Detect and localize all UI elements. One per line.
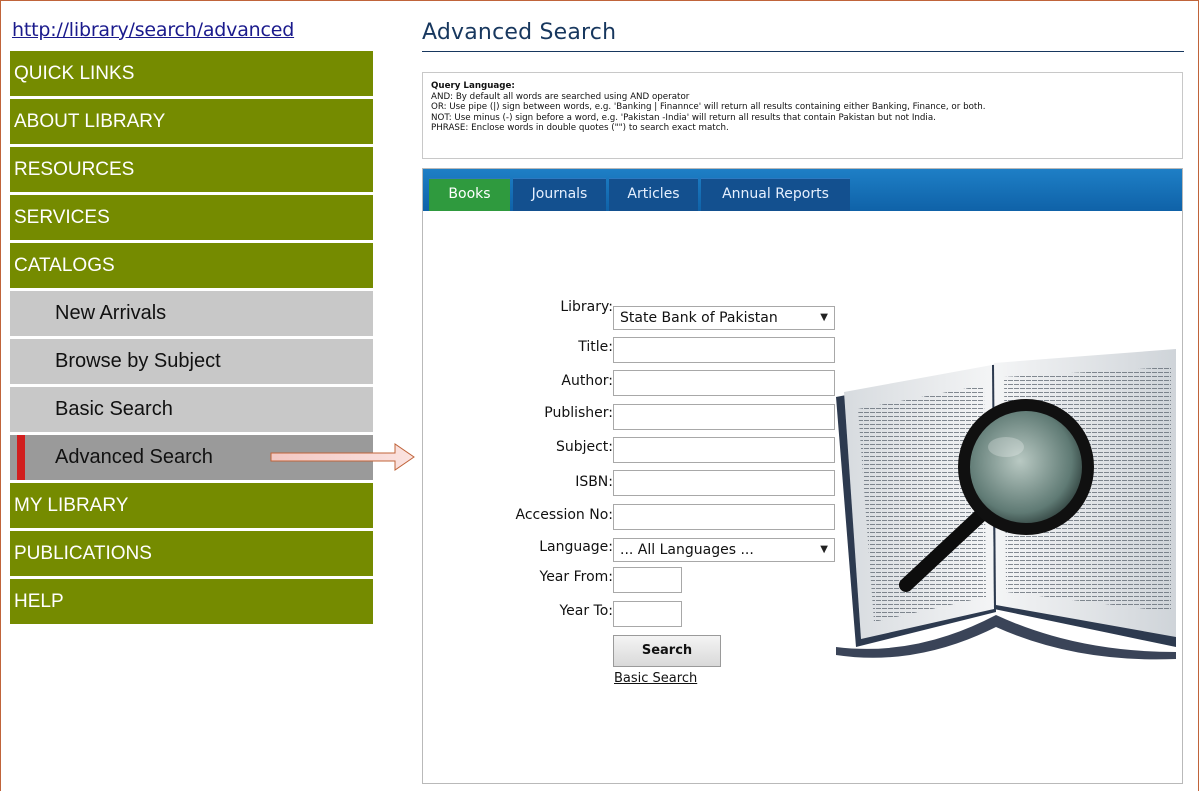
sidebar-subitem-basic-search[interactable]: Basic Search [10,387,373,432]
isbn-input[interactable] [613,470,835,496]
sidebar-nav: QUICK LINKS ABOUT LIBRARY RESOURCES SERV… [10,51,373,627]
library-select[interactable]: State Bank of Pakistan ▼ [613,306,835,330]
tab-journals[interactable]: Journals [513,178,606,211]
sidebar-item-about-library[interactable]: ABOUT LIBRARY [10,99,373,144]
search-button[interactable]: Search [613,635,721,667]
year-to-input[interactable] [613,601,682,627]
basic-search-link[interactable]: Basic Search [614,671,697,686]
tab-bar: Books Journals Articles Annual Reports [423,169,1182,211]
library-select-value: State Bank of Pakistan [620,310,778,326]
subject-input[interactable] [613,437,835,463]
sidebar-item-publications[interactable]: PUBLICATIONS [10,531,373,576]
subject-label: Subject: [555,439,613,455]
year-from-input[interactable] [613,567,682,593]
title-label: Title: [578,339,613,355]
sidebar-item-resources[interactable]: RESOURCES [10,147,373,192]
query-help-not: NOT: Use minus (-) sign before a word, e… [431,112,936,123]
isbn-label: ISBN: [575,474,613,490]
sidebar-item-catalogs[interactable]: CATALOGS [10,243,373,288]
author-label: Author: [561,373,613,389]
url-link[interactable]: http://library/search/advanced [12,19,294,41]
language-select-value: ... All Languages ... [620,542,754,558]
language-select[interactable]: ... All Languages ... ▼ [613,538,835,562]
query-language-help: Query Language: AND: By default all word… [422,72,1183,159]
library-label: Library: [560,299,613,315]
year-from-label: Year From: [539,569,614,585]
page-title: Advanced Search [422,20,617,45]
title-divider [422,51,1184,52]
caret-down-icon: ▼ [820,544,828,555]
tab-books[interactable]: Books [429,178,510,211]
year-to-label: Year To: [559,603,613,619]
sidebar-subitem-new-arrivals[interactable]: New Arrivals [10,291,373,336]
caret-down-icon: ▼ [820,312,828,323]
query-help-phrase: PHRASE: Enclose words in double quotes (… [431,123,729,133]
sidebar-item-my-library[interactable]: MY LIBRARY [10,483,373,528]
query-help-heading: Query Language: [431,81,515,91]
language-label: Language: [539,539,613,555]
search-panel: Books Journals Articles Annual Reports L… [422,168,1183,784]
accession-no-label: Accession No: [515,507,613,523]
sidebar-item-help[interactable]: HELP [10,579,373,624]
sidebar-item-services[interactable]: SERVICES [10,195,373,240]
publisher-label: Publisher: [544,405,613,421]
query-help-and: AND: By default all words are searched u… [431,91,690,102]
tab-articles[interactable]: Articles [609,178,698,211]
sidebar-item-quick-links[interactable]: QUICK LINKS [10,51,373,96]
title-input[interactable] [613,337,835,363]
tab-annual-reports[interactable]: Annual Reports [701,178,850,211]
accession-no-input[interactable] [613,504,835,530]
sidebar-subitem-browse-by-subject[interactable]: Browse by Subject [10,339,373,384]
book-magnifier-illustration [836,349,1176,660]
right-arrow-icon [270,443,415,471]
query-help-or: OR: Use pipe (|) sign between words, e.g… [431,102,986,112]
author-input[interactable] [613,370,835,396]
publisher-input[interactable] [613,404,835,430]
